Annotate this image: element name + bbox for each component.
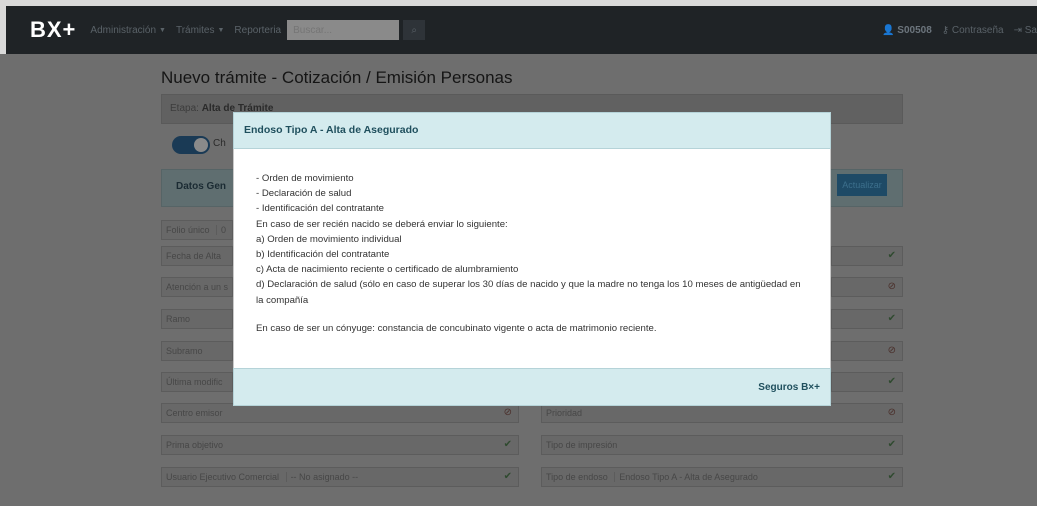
- field-value: Endoso Tipo A - Alta de Asegurado: [614, 472, 758, 482]
- field-usuario-ejecutivo[interactable]: Usuario Ejecutivo Comercial -- No asigna…: [161, 467, 519, 487]
- field-right-2[interactable]: ⊘: [831, 277, 903, 297]
- field-ultima-modificacion[interactable]: Última modific: [161, 372, 233, 392]
- field-centro-emisor[interactable]: Centro emisor ⊘: [161, 403, 519, 423]
- field-label: Fecha de Alta: [166, 251, 222, 261]
- datos-label: Datos Gen: [176, 181, 227, 192]
- field-label: Tipo de impresión: [546, 440, 618, 450]
- field-right-5[interactable]: ✔: [831, 372, 903, 392]
- field-label: Última modific: [166, 377, 223, 387]
- modal-title: Endoso Tipo A - Alta de Asegurado: [244, 124, 419, 136]
- user-icon: 👤: [882, 24, 895, 36]
- field-prima-objetivo[interactable]: Prima objetivo ✔: [161, 435, 519, 455]
- field-ramo[interactable]: Ramo: [161, 309, 233, 329]
- check-icon: ✔: [887, 376, 896, 387]
- nav-menu-administracion[interactable]: Administración ▼: [90, 25, 166, 36]
- ban-icon: ⊘: [503, 407, 512, 418]
- nav-user-area: 👤 S00508 ⚷ Contraseña ⇥ Sa: [882, 25, 1037, 36]
- toggle-label: Ch: [213, 138, 226, 149]
- search-input[interactable]: [287, 20, 400, 40]
- field-tipo-impresion[interactable]: Tipo de impresión ✔: [541, 435, 903, 455]
- nav-menu-tramites[interactable]: Trámites ▼: [176, 25, 224, 36]
- logout-label: Sa: [1024, 24, 1037, 36]
- field-value: 0: [216, 225, 226, 235]
- brand-logo[interactable]: BX+: [30, 17, 76, 43]
- top-navbar: BX+ Administración ▼ Trámites ▼ Reporter…: [6, 6, 1037, 54]
- field-right-1[interactable]: ✔: [831, 246, 903, 266]
- modal-line: d) Declaración de salud (sólo en caso de…: [256, 279, 801, 306]
- ban-icon: ⊘: [887, 345, 896, 356]
- field-right-3[interactable]: ✔: [831, 309, 903, 329]
- field-tipo-endoso[interactable]: Tipo de endoso Endoso Tipo A - Alta de A…: [541, 467, 903, 487]
- modal-line: c) Acta de nacimiento reciente o certifi…: [256, 264, 519, 276]
- field-label: Tipo de endoso: [546, 472, 608, 482]
- user-name: S00508: [897, 24, 932, 36]
- field-atencion[interactable]: Atención a un s: [161, 277, 233, 297]
- check-icon: ✔: [503, 471, 512, 482]
- modal-header: Endoso Tipo A - Alta de Asegurado: [233, 112, 831, 149]
- actualizar-button[interactable]: Actualizar: [837, 174, 887, 196]
- ban-icon: ⊘: [887, 281, 896, 292]
- nav-menu-label: Reporteria: [234, 24, 282, 36]
- key-icon: ⚷: [941, 24, 950, 36]
- ban-icon: ⊘: [887, 407, 896, 418]
- page-title: Nuevo trámite - Cotización / Emisión Per…: [161, 68, 513, 87]
- password-link[interactable]: ⚷ Contraseña: [942, 25, 1004, 36]
- check-icon: ✔: [887, 250, 896, 261]
- endoso-modal: Endoso Tipo A - Alta de Asegurado - Orde…: [233, 112, 831, 406]
- field-label: Usuario Ejecutivo Comercial: [166, 472, 280, 482]
- field-label: Atención a un s: [166, 282, 229, 292]
- caret-down-icon: ▼: [217, 26, 225, 34]
- etapa-label: Etapa:: [170, 103, 199, 114]
- search-button[interactable]: ⌕: [403, 20, 426, 40]
- modal-last-line: En caso de ser un cónyuge: constancia de…: [256, 322, 657, 334]
- nav-menu-reporteria[interactable]: Reporteria: [234, 25, 281, 36]
- modal-body: - Orden de movimiento - Declaración de s…: [233, 149, 831, 368]
- field-label: Prima objetivo: [166, 440, 224, 450]
- modal-line: b) Identificación del contratante: [256, 249, 390, 261]
- field-value: -- No asignado --: [285, 472, 358, 482]
- caret-down-icon: ▼: [159, 26, 166, 34]
- field-label: Ramo: [166, 314, 191, 324]
- field-fecha-alta[interactable]: Fecha de Alta: [161, 246, 233, 266]
- modal-line: En caso de ser recién nacido se deberá e…: [256, 218, 508, 230]
- logout-link[interactable]: ⇥ Sa: [1014, 25, 1037, 36]
- field-right-4[interactable]: ⊘: [831, 341, 903, 361]
- check-icon: ✔: [887, 471, 896, 482]
- password-label: Contraseña: [951, 24, 1004, 36]
- toggle-switch[interactable]: [172, 136, 210, 154]
- user-menu[interactable]: 👤 S00508: [882, 25, 932, 36]
- modal-line: - Orden de movimiento: [256, 173, 354, 184]
- field-prioridad[interactable]: Prioridad ⊘: [541, 403, 903, 423]
- modal-footer: Seguros B×+: [233, 368, 831, 406]
- check-icon: ✔: [887, 313, 896, 324]
- field-label: Subramo: [166, 346, 203, 356]
- field-label: Prioridad: [546, 408, 583, 418]
- nav-menu-label: Administración: [90, 24, 157, 36]
- modal-footer-brand: Seguros B×+: [758, 381, 820, 393]
- field-label: Centro emisor: [166, 408, 223, 418]
- check-icon: ✔: [503, 439, 512, 450]
- check-icon: ✔: [887, 439, 896, 450]
- field-folio-unico[interactable]: Folio único 0: [161, 220, 233, 240]
- search-icon: ⌕: [411, 24, 417, 36]
- nav-menu-label: Trámites: [175, 24, 215, 36]
- modal-line: a) Orden de movimiento individual: [256, 233, 402, 245]
- modal-line: - Identificación del contratante: [256, 203, 384, 215]
- field-subramo[interactable]: Subramo: [161, 341, 233, 361]
- modal-line: - Declaración de salud: [256, 188, 352, 200]
- field-label: Folio único: [166, 225, 210, 235]
- sign-out-icon: ⇥: [1013, 24, 1022, 36]
